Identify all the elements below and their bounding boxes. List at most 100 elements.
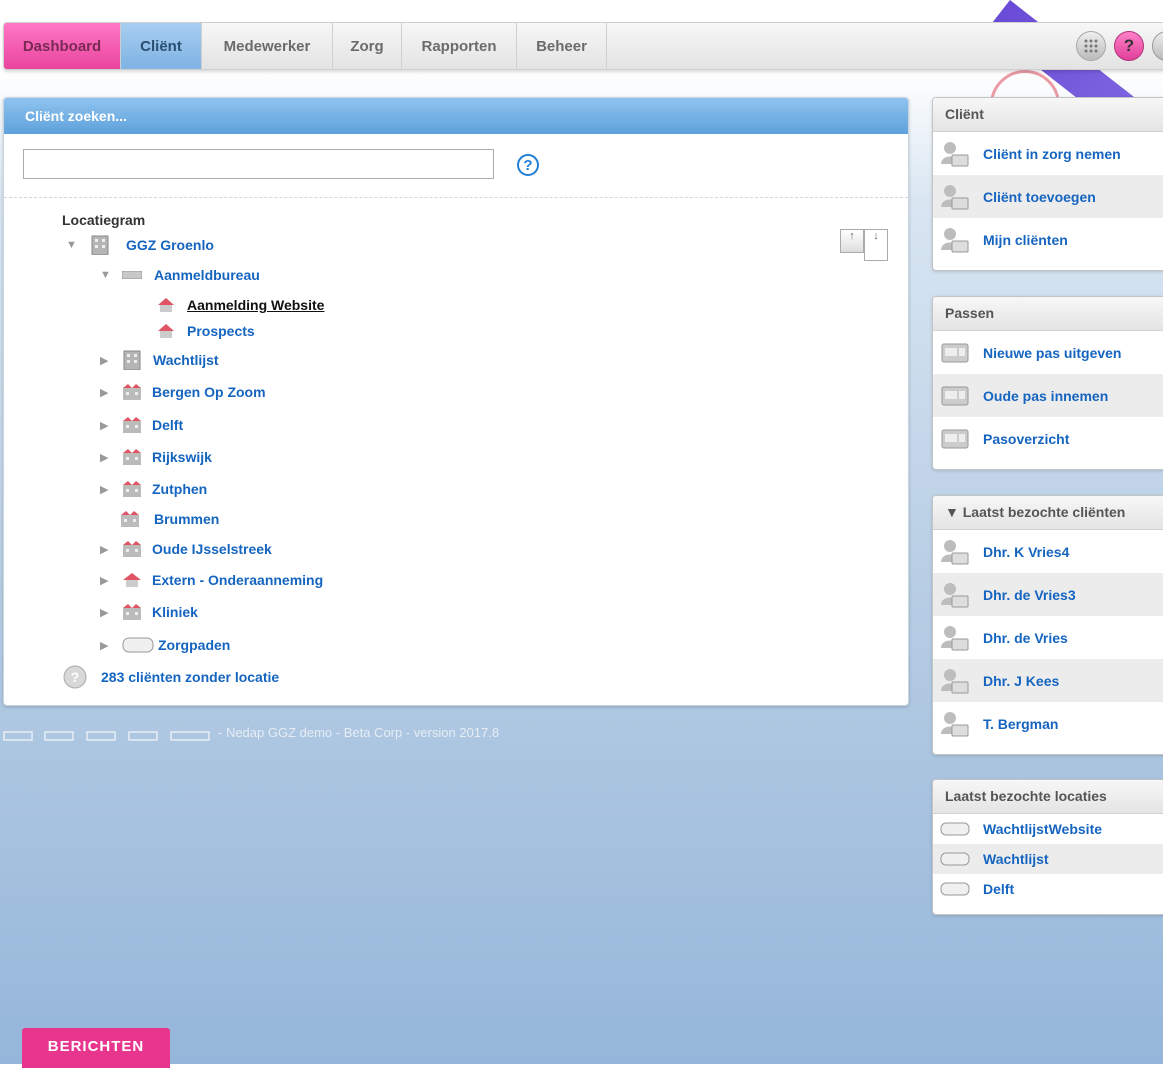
recent-clients-header[interactable]: ▼ Laatst bezochte cliënten (933, 496, 1163, 530)
tab-rapporten[interactable]: Rapporten (402, 23, 517, 69)
expand-arrow-icon[interactable]: ▶ (100, 483, 114, 496)
messages-button[interactable]: BERICHTEN (22, 1028, 170, 1068)
recent-client-item[interactable]: Dhr. de Vries (933, 616, 1163, 659)
building-icon (122, 350, 142, 370)
tree-item: ▼ GGZ Groenlo (66, 233, 214, 257)
person-card-icon (939, 667, 971, 695)
tab-medewerker[interactable]: Medewerker (202, 23, 333, 69)
nedap-logo (3, 728, 213, 744)
collapse-arrow-icon[interactable]: ▼ (100, 269, 114, 281)
pass-overview-item[interactable]: Pasoverzicht (933, 417, 1163, 460)
person-card-icon (939, 581, 971, 609)
houses-icon (122, 539, 142, 559)
my-clients-item[interactable]: Mijn cliënten (933, 218, 1163, 261)
recent-locations-panel: Laatst bezochte locaties WachtlijstWebsi… (932, 779, 1163, 915)
tree-item-label[interactable]: Zorgpaden (158, 637, 230, 653)
tree-item: ▶ Kliniek (100, 600, 198, 624)
recent-clients-panel: ▼ Laatst bezochte cliënten Dhr. K Vries4… (932, 495, 1163, 755)
help-icon[interactable]: ? (1114, 31, 1144, 61)
expand-arrow-icon[interactable]: ▶ (100, 574, 114, 587)
expand-arrow-icon[interactable]: ▶ (100, 386, 114, 399)
user-menu-icon[interactable] (1152, 31, 1163, 61)
sort-buttons: ↑ ↓ (840, 229, 888, 261)
tree-item-label[interactable]: Prospects (187, 323, 255, 339)
tab-beheer[interactable]: Beheer (517, 23, 607, 69)
recent-location-label: WachtlijstWebsite (983, 821, 1103, 837)
tree-item-label[interactable]: GGZ Groenlo (126, 237, 214, 253)
tree-item-label[interactable]: Rijkswijk (152, 449, 212, 465)
house-icon (156, 321, 176, 341)
houses-icon (122, 382, 142, 402)
person-card-icon (939, 140, 971, 168)
tree-item-label[interactable]: Aanmeldbureau (154, 267, 260, 283)
tree-item-label[interactable]: Zutphen (152, 481, 207, 497)
tree-item-label[interactable]: Bergen Op Zoom (152, 384, 266, 400)
person-card-icon (939, 183, 971, 211)
houses-icon (122, 602, 142, 622)
client-take-in-care-item[interactable]: Cliënt in zorg nemen (933, 132, 1163, 175)
expand-arrow-icon[interactable]: ▶ (100, 419, 114, 432)
tree-item: ▶ Bergen Op Zoom (100, 380, 266, 404)
expand-arrow-icon[interactable]: ▶ (100, 606, 114, 619)
search-help-icon[interactable]: ? (517, 154, 539, 176)
pass-overview-label: Pasoverzicht (983, 430, 1070, 447)
pass-card-icon (939, 386, 971, 406)
client-add-item[interactable]: Cliënt toevoegen (933, 175, 1163, 218)
tree-item-label[interactable]: Brummen (154, 511, 219, 527)
tree-item: Prospects (156, 319, 255, 343)
pill-icon (939, 882, 971, 896)
return-pass-item[interactable]: Oude pas innemen (933, 374, 1163, 417)
houses-icon (120, 509, 140, 529)
recent-location-item[interactable]: Delft (933, 874, 1163, 904)
person-card-icon (939, 538, 971, 566)
recent-client-item[interactable]: Dhr. J Kees (933, 659, 1163, 702)
tab-client[interactable]: Cliënt (121, 23, 202, 69)
apps-grid-icon[interactable] (1076, 31, 1106, 61)
tab-zorg[interactable]: Zorg (333, 23, 402, 69)
expand-arrow-icon[interactable]: ▶ (100, 451, 114, 464)
card-icon (122, 265, 142, 285)
pill-icon (939, 852, 971, 866)
tree-item-label[interactable]: Oude IJsselstreek (152, 541, 272, 557)
client-take-in-care-label: Cliënt in zorg nemen (983, 145, 1121, 162)
tree-item: ▶ Extern - Onderaanneming (100, 568, 323, 592)
expand-arrow-icon[interactable]: ▶ (100, 543, 114, 556)
expand-arrow-icon[interactable]: ▶ (100, 639, 114, 652)
recent-client-item[interactable]: T. Bergman (933, 702, 1163, 745)
top-navigation: Dashboard Cliënt Medewerker Zorg Rapport… (3, 22, 1163, 70)
tree-item-label[interactable]: Aanmelding Website (187, 297, 324, 313)
tree-item-label[interactable]: Delft (152, 417, 183, 433)
tab-dashboard[interactable]: Dashboard (4, 23, 121, 69)
recent-client-label: Dhr. K Vries4 (983, 543, 1070, 560)
collapse-arrow-icon[interactable]: ▼ (66, 239, 80, 251)
recent-location-item[interactable]: WachtlijstWebsite (933, 814, 1163, 844)
tree-item: ▶ Oude IJsselstreek (100, 537, 272, 561)
expand-arrow-icon[interactable]: ▶ (100, 354, 114, 367)
client-actions-panel: Cliënt Cliënt in zorg nemen Cliënt toevo… (932, 97, 1163, 271)
sort-up-icon[interactable]: ↑ (840, 229, 864, 253)
new-pass-item[interactable]: Nieuwe pas uitgeven (933, 331, 1163, 374)
client-search-panel: Cliënt zoeken... ? Locatiegram ↑ ↓ ▼ GGZ… (3, 97, 909, 706)
recent-location-item[interactable]: Wachtlijst (933, 844, 1163, 874)
tree-item-label[interactable]: Wachtlijst (153, 352, 219, 368)
divider (4, 197, 908, 198)
tree-item-label[interactable]: Extern - Onderaanneming (152, 572, 323, 588)
sort-down-icon[interactable]: ↓ (864, 229, 888, 261)
recent-locations-header: Laatst bezochte locaties (933, 780, 1163, 814)
recent-client-item[interactable]: Dhr. de Vries3 (933, 573, 1163, 616)
recent-location-label: Delft (983, 881, 1015, 897)
client-search-input[interactable] (23, 149, 494, 179)
question-icon: ? (63, 665, 87, 689)
recent-client-item[interactable]: Dhr. K Vries4 (933, 530, 1163, 573)
tree-title: Locatiegram (62, 212, 146, 228)
pass-card-icon (939, 429, 971, 449)
houses-icon (122, 415, 142, 435)
pill-icon (939, 822, 971, 836)
tree-item: ▶ Wachtlijst (100, 348, 219, 372)
client-actions-header: Cliënt (933, 98, 1163, 132)
clients-without-location-label[interactable]: 283 cliënten zonder locatie (101, 669, 279, 685)
house-icon (156, 295, 176, 315)
nav-icon-group: ? (1076, 31, 1163, 61)
tree-item-label[interactable]: Kliniek (152, 604, 198, 620)
tree-item: ▼ Aanmeldbureau (100, 263, 260, 287)
